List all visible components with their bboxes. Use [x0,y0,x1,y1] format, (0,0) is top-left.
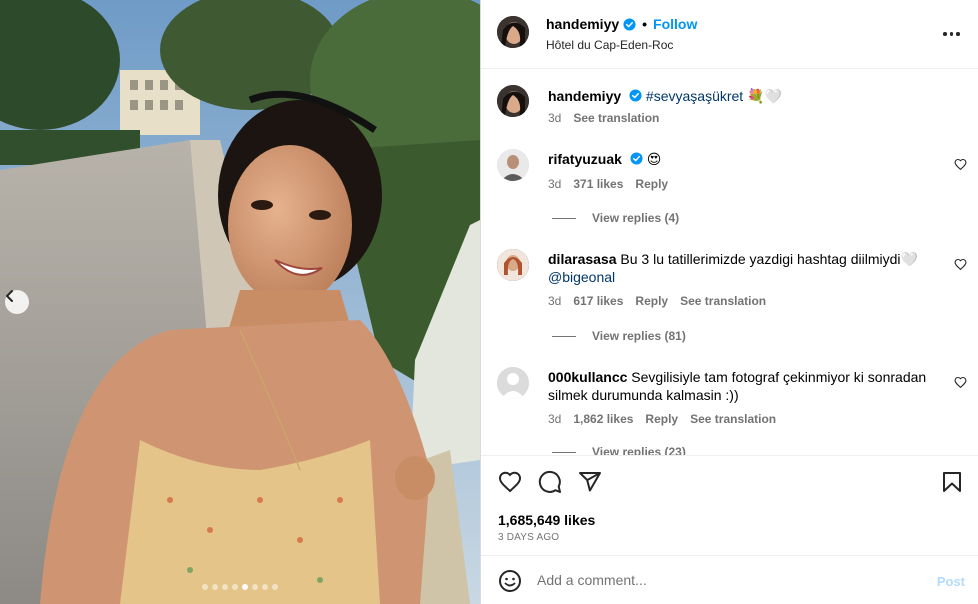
smiley-icon[interactable] [498,569,522,593]
view-replies-label: View replies (23) [592,445,686,455]
photo-illustration [0,0,480,604]
carousel-prev-button[interactable] [5,290,29,314]
carousel-dot [202,584,208,590]
reply-button[interactable]: Reply [635,177,668,191]
caption-avatar[interactable] [497,85,529,117]
comment-avatar[interactable] [497,149,529,181]
carousel-dot [212,584,218,590]
carousel-indicator [0,584,480,590]
add-comment-bar: Post [481,555,978,604]
heart-icon[interactable] [498,470,522,494]
caption-username[interactable]: handemiyy [548,88,621,104]
paper-plane-icon[interactable] [578,470,602,494]
avatar-image [497,149,529,181]
caption-emoji: 💐🤍 [747,88,782,104]
comment-likes[interactable]: 617 likes [573,294,623,308]
verified-badge-icon [629,89,642,102]
avatar-image [497,16,529,48]
comments-list[interactable]: handemiyy #sevyaşaşükret 💐🤍 3d See trans… [481,70,978,455]
verified-badge-icon [630,152,643,165]
replies-divider [552,217,576,219]
view-replies-label: View replies (4) [592,211,680,225]
author-avatar[interactable] [497,16,529,48]
reply-button[interactable]: Reply [645,412,678,426]
more-options-button[interactable] [943,26,963,42]
author-username[interactable]: handemiyy [546,16,619,32]
separator-dot: • [642,16,648,32]
comment-text: 😍 [646,151,662,167]
comment-input[interactable] [537,568,917,592]
comment-like-button[interactable] [954,258,967,271]
avatar-image [497,85,529,117]
see-translation-link[interactable]: See translation [680,294,766,308]
comment-mention[interactable]: @bigeonal [548,269,615,285]
chevron-left-icon [6,290,13,302]
comment-like-button[interactable] [954,376,967,389]
comment-avatar[interactable] [497,249,529,281]
likes-count[interactable]: 1,685,649 likes [498,512,595,528]
post-actions: 1,685,649 likes 3 DAYS AGO [481,455,978,555]
comment-username[interactable]: rifatyuzuak [548,151,622,167]
post-detail-panel: handemiyy • Follow Hôtel du Cap-Eden-Roc [480,0,978,604]
view-replies-button[interactable]: View replies (81) [552,329,686,343]
carousel-dot [262,584,268,590]
post-comment-button[interactable]: Post [937,574,965,589]
bookmark-icon[interactable] [940,470,964,494]
replies-divider [552,451,576,453]
comment-time: 3d [548,177,562,191]
view-replies-button[interactable]: View replies (4) [552,211,679,225]
comment-username[interactable]: dilarasasa [548,251,617,267]
location-link[interactable]: Hôtel du Cap-Eden-Roc [546,38,673,52]
replies-divider [552,335,576,337]
post-header: handemiyy • Follow Hôtel du Cap-Eden-Roc [481,0,978,69]
comment-likes[interactable]: 371 likes [573,177,623,191]
see-translation-link[interactable]: See translation [690,412,776,426]
caption-time: 3d [548,111,562,125]
post-date: 3 DAYS AGO [498,532,560,543]
comment-text: Bu 3 lu tatillerimizde yazdigi hashtag d… [620,251,918,267]
reply-button[interactable]: Reply [635,294,668,308]
follow-button[interactable]: Follow [653,16,697,32]
comment-time: 3d [548,294,562,308]
caption-hashtag[interactable]: #sevyaşaşükret [646,88,743,104]
comment-username[interactable]: 000kullancc [548,369,627,385]
comment-bubble-icon[interactable] [538,470,562,494]
avatar-image [497,249,529,281]
comment-avatar[interactable] [497,367,529,399]
carousel-dot [272,584,278,590]
more-horizontal-icon [943,32,947,36]
default-avatar-icon [497,367,529,399]
comment-time: 3d [548,412,562,426]
see-translation-link[interactable]: See translation [573,111,659,125]
post-photo[interactable] [0,0,480,604]
verified-badge-icon [623,17,636,31]
carousel-dot [222,584,228,590]
carousel-dot [252,584,258,590]
carousel-dot [242,584,248,590]
view-replies-button[interactable]: View replies (23) [552,445,686,455]
carousel-dot [232,584,238,590]
view-replies-label: View replies (81) [592,329,686,343]
comment-like-button[interactable] [954,158,967,171]
comment-likes[interactable]: 1,862 likes [573,412,633,426]
